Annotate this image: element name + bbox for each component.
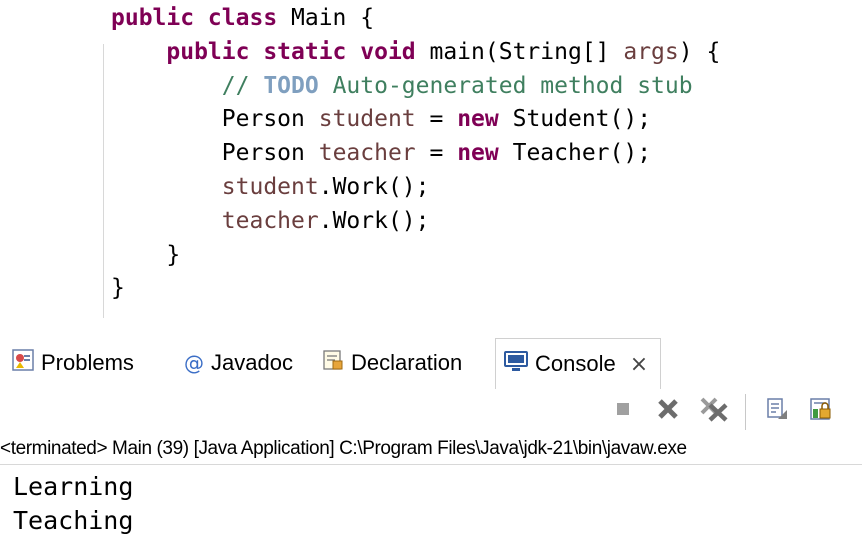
tab-label: Console xyxy=(535,351,616,376)
clear-console-icon xyxy=(765,397,789,425)
code-token: new xyxy=(457,106,499,133)
code-line: } xyxy=(111,272,125,305)
code-line: public class Main { xyxy=(111,2,374,35)
console-toolbar xyxy=(0,390,862,434)
terminate-icon xyxy=(614,400,632,422)
tab-problems[interactable]: Problems xyxy=(12,338,134,388)
tab-label: Declaration xyxy=(351,350,463,375)
code-token: teacher xyxy=(318,140,416,167)
tab-javadoc[interactable]: @ Javadoc xyxy=(184,338,293,388)
console-status-line: <terminated> Main (39) [Java Application… xyxy=(0,434,862,465)
code-token: = xyxy=(415,106,458,133)
code-token: main(String[] xyxy=(415,38,624,65)
tab-label: Problems xyxy=(41,350,134,375)
code-token: teacher xyxy=(221,207,319,234)
code-token: Teacher(); xyxy=(498,140,652,167)
code-line: } xyxy=(111,239,180,272)
code-token: = xyxy=(415,140,458,167)
view-tab-bar: Problems @ Javadoc Declaration Console × xyxy=(0,338,862,390)
code-token: student xyxy=(318,106,416,133)
code-token: new xyxy=(457,140,499,167)
code-token: student xyxy=(221,174,319,200)
code-line: Person student = new Student(); xyxy=(111,103,651,136)
problems-icon xyxy=(12,349,34,377)
editor-gutter-divider xyxy=(103,44,104,318)
code-token: Auto-generated method stub xyxy=(318,72,693,99)
code-token: // xyxy=(221,72,264,99)
code-token: ) { xyxy=(678,38,721,65)
remove-launch-button[interactable] xyxy=(654,397,682,425)
console-output-line: Learning xyxy=(13,472,134,501)
code-token: .Work(); xyxy=(318,207,430,234)
code-token: } xyxy=(111,241,181,268)
code-token: args xyxy=(623,38,679,65)
tab-console[interactable]: Console × xyxy=(495,338,662,389)
remove-all-terminated-icon xyxy=(698,396,730,426)
scroll-lock-icon xyxy=(809,397,833,425)
remove-all-terminated-button[interactable] xyxy=(697,397,731,425)
remove-launch-icon xyxy=(656,397,680,425)
code-token: Main { xyxy=(277,5,375,31)
terminate-button[interactable] xyxy=(609,397,637,425)
code-token: public class xyxy=(111,5,278,31)
clear-console-button[interactable] xyxy=(763,397,791,425)
console-output[interactable]: Learning Teaching xyxy=(0,470,862,538)
code-line: Person teacher = new Teacher(); xyxy=(111,137,651,170)
tab-declaration[interactable]: Declaration xyxy=(322,338,462,388)
code-line: public static void main(String[] args) { xyxy=(111,36,720,69)
code-line: // TODO Auto-generated method stub xyxy=(111,70,693,103)
declaration-icon xyxy=(322,349,344,377)
code-token: public static void xyxy=(166,38,416,65)
code-line: student.Work(); xyxy=(111,171,430,204)
javadoc-icon: @ xyxy=(184,351,204,375)
code-token: Person xyxy=(111,106,319,133)
code-token: Student(); xyxy=(498,106,652,133)
console-icon xyxy=(504,350,528,378)
scroll-lock-button[interactable] xyxy=(807,397,835,425)
code-editor[interactable]: public class Main { public static void m… xyxy=(0,0,862,320)
code-token: .Work(); xyxy=(318,174,430,200)
close-icon[interactable]: × xyxy=(630,352,648,377)
code-token: } xyxy=(111,275,125,302)
toolbar-separator xyxy=(745,394,746,430)
code-line: teacher.Work(); xyxy=(111,205,430,238)
code-token: TODO xyxy=(263,72,319,99)
code-token: Person xyxy=(111,140,319,167)
tab-label: Javadoc xyxy=(211,350,293,375)
console-output-line: Teaching xyxy=(13,506,134,535)
